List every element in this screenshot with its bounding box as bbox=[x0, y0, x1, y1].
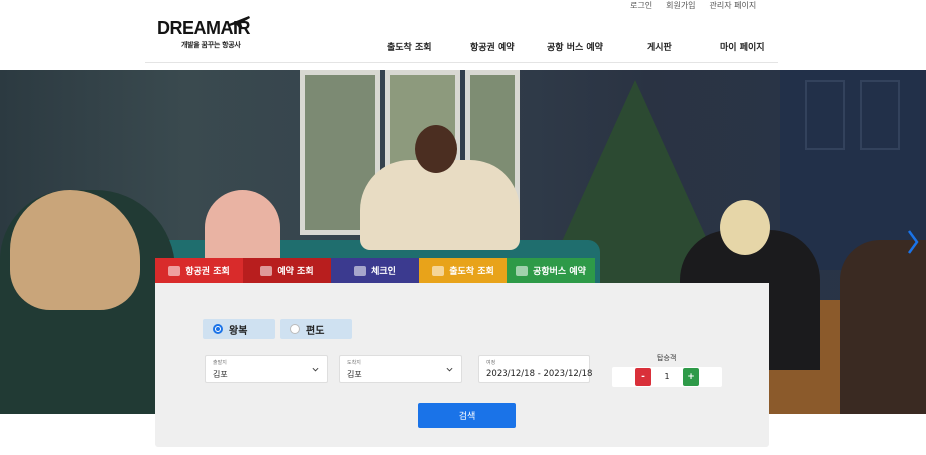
header-divider bbox=[145, 62, 778, 63]
board-icon bbox=[432, 265, 445, 276]
admin-page-link[interactable]: 관리자 페이지 bbox=[710, 0, 757, 12]
trip-type-roundtrip-label: 왕복 bbox=[229, 325, 248, 337]
tab-flight-search-label: 항공권 조회 bbox=[185, 267, 230, 277]
date-range-picker[interactable]: 여정 2023/12/18 - 2023/12/18 bbox=[478, 355, 593, 383]
tab-flight-search[interactable]: 항공권 조회 bbox=[155, 258, 243, 283]
person-right-edge bbox=[840, 240, 926, 414]
tab-checkin[interactable]: 체크인 bbox=[331, 258, 419, 283]
tab-booking-search-label: 예약 조회 bbox=[277, 267, 314, 277]
date-range-value: 2023/12/18 - 2023/12/18 bbox=[486, 369, 593, 379]
departure-select[interactable]: 출발지 김포 bbox=[205, 355, 328, 383]
search-button[interactable]: 검색 bbox=[418, 403, 516, 428]
login-link[interactable]: 로그인 bbox=[630, 0, 652, 12]
person-man-sweater bbox=[360, 160, 520, 250]
chevron-down-icon bbox=[312, 367, 319, 372]
arrival-label: 도착지 bbox=[347, 360, 361, 366]
trip-type-roundtrip[interactable]: 왕복 bbox=[203, 319, 275, 339]
arrival-select[interactable]: 도착지 김포 bbox=[339, 355, 462, 383]
plane-logo-icon bbox=[229, 16, 250, 29]
wall-panel-detail bbox=[805, 80, 845, 150]
passenger-label: 탑승객 bbox=[657, 354, 677, 362]
passenger-stepper: - 1 + bbox=[612, 367, 722, 387]
person-man-head bbox=[415, 125, 457, 173]
utility-links: 로그인 회원가입 관리자 페이지 bbox=[630, 0, 756, 12]
date-range-label: 여정 bbox=[486, 360, 496, 366]
nav-flight-booking[interactable]: 항공권 예약 bbox=[470, 40, 515, 53]
passenger-minus-button[interactable]: - bbox=[635, 368, 651, 386]
departure-value: 김포 bbox=[213, 370, 228, 379]
ticket-icon bbox=[260, 265, 273, 276]
bus-icon bbox=[516, 265, 529, 276]
wall-panel-detail bbox=[860, 80, 900, 150]
trip-type-oneway-label: 편도 bbox=[306, 325, 325, 337]
service-tabs: 항공권 조회 예약 조회 체크인 출도착 조회 공항버스 예약 bbox=[155, 258, 595, 283]
passenger-plus-button[interactable]: + bbox=[683, 368, 699, 386]
tab-bus-booking[interactable]: 공항버스 예약 bbox=[507, 258, 595, 283]
trip-type-oneway[interactable]: 편도 bbox=[280, 319, 352, 339]
radio-selected-icon bbox=[213, 324, 223, 334]
passenger-count: 1 bbox=[664, 372, 670, 381]
flight-search-panel: 왕복 편도 출발지 김포 도착지 김포 여정 2023/12/18 - 2023… bbox=[155, 283, 769, 447]
main-nav: 출도착 조회 항공권 예약 공항 버스 예약 게시판 마이 페이지 bbox=[0, 40, 926, 54]
plane-icon bbox=[168, 265, 181, 276]
person-woman-right-head bbox=[720, 200, 770, 255]
arrival-value: 김포 bbox=[347, 370, 362, 379]
tab-arrival-departure[interactable]: 출도착 조회 bbox=[419, 258, 507, 283]
tab-bus-booking-label: 공항버스 예약 bbox=[533, 267, 586, 277]
tab-checkin-label: 체크인 bbox=[371, 267, 396, 277]
nav-board[interactable]: 게시판 bbox=[647, 40, 672, 53]
chevron-down-icon bbox=[446, 367, 453, 372]
radio-unselected-icon bbox=[290, 324, 300, 334]
nav-bus-booking[interactable]: 공항 버스 예약 bbox=[547, 40, 603, 53]
tab-booking-search[interactable]: 예약 조회 bbox=[243, 258, 331, 283]
passport-icon bbox=[354, 265, 367, 276]
nav-arrival-departure[interactable]: 출도착 조회 bbox=[387, 40, 432, 53]
tab-arrival-departure-label: 출도착 조회 bbox=[449, 267, 494, 277]
nav-my-page[interactable]: 마이 페이지 bbox=[720, 40, 765, 53]
chevron-right-icon[interactable] bbox=[906, 228, 920, 256]
departure-label: 출발지 bbox=[213, 360, 227, 366]
signup-link[interactable]: 회원가입 bbox=[666, 0, 695, 12]
